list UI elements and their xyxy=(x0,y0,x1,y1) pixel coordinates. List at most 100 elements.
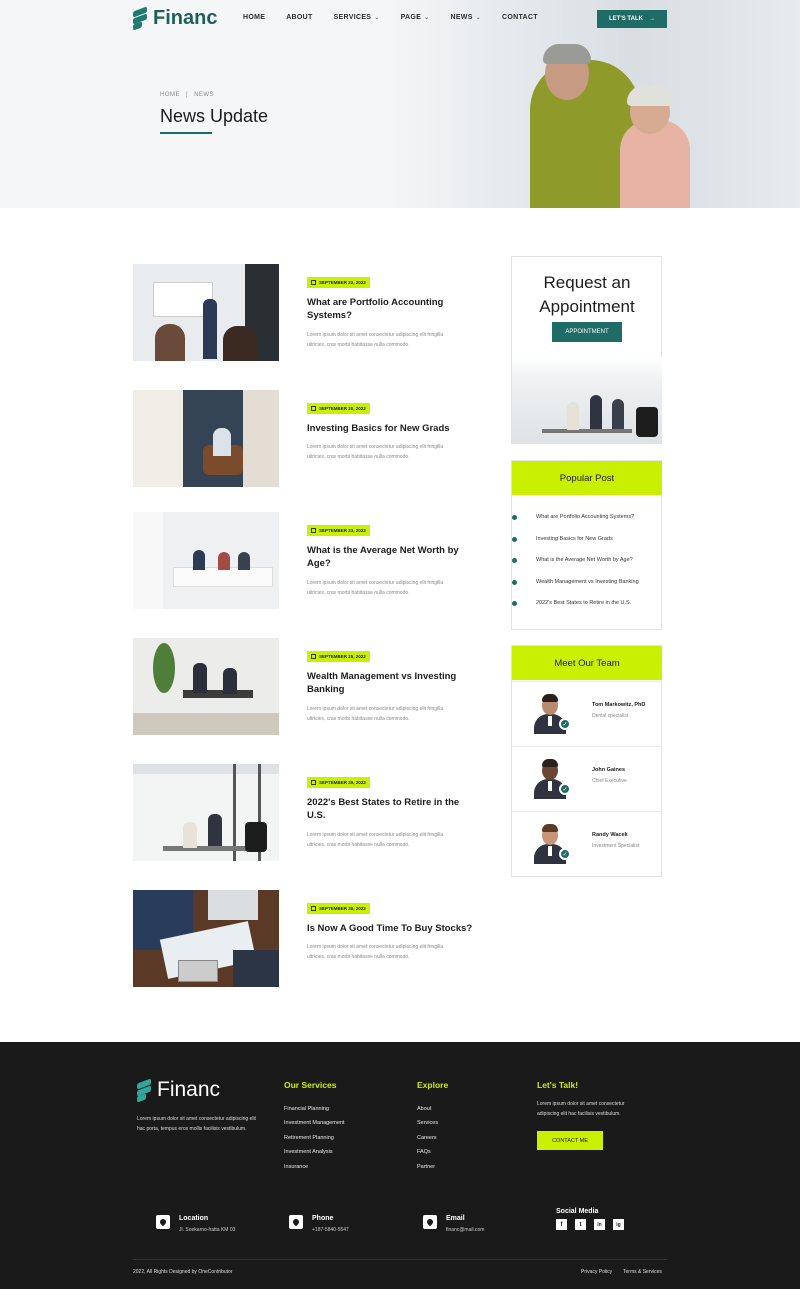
footer-link[interactable]: Financial Planning xyxy=(284,1106,329,1112)
date-badge: SEPTEMBER 20, 2022 xyxy=(307,403,370,414)
appointment-title: Request an Appointment xyxy=(539,273,635,316)
member-role: Investment Specialist xyxy=(592,843,640,849)
team-member[interactable]: ✓ Tom Markowitz, PhD Denial specialist xyxy=(512,681,662,746)
brand-name: Financ xyxy=(153,6,218,29)
breadcrumb-home[interactable]: HOME xyxy=(160,92,180,98)
hero-image xyxy=(380,0,800,208)
arrow-right-icon: → xyxy=(648,16,655,22)
chevron-down-icon: ⌄ xyxy=(424,15,430,21)
footer-divider xyxy=(133,1259,667,1260)
hero-section xyxy=(0,0,800,208)
post-title[interactable]: 2022's Best States to Retire in the U.S. xyxy=(307,796,477,822)
calendar-icon xyxy=(311,280,316,285)
logo-icon xyxy=(133,6,147,31)
member-name: Randy Wacek xyxy=(592,832,628,838)
lets-talk-button[interactable]: LET'S TALK → xyxy=(597,10,667,28)
post-excerpt: Lorem ipsum dolor sit amet consectetur a… xyxy=(307,444,444,460)
post-thumbnail[interactable] xyxy=(133,512,279,609)
popular-posts-card: Popular Post What are Portfolio Accounti… xyxy=(511,460,662,630)
terms-link[interactable]: Terms & Services xyxy=(623,1269,662,1275)
nav-item-about[interactable]: ABOUT xyxy=(286,14,312,21)
phone-label: Phone xyxy=(312,1215,334,1222)
post-thumbnail[interactable] xyxy=(133,764,279,861)
team-member[interactable]: ✓ John Gaines Chief Executive xyxy=(512,746,662,811)
appointment-card: Request an Appointment APPOINTMENT xyxy=(511,256,662,444)
post-thumbnail[interactable] xyxy=(133,890,279,987)
post-card: SEPTEMBER 20, 2022 Investing Basics for … xyxy=(133,390,473,487)
copyright: 2022, All Rights Designed by OneContribu… xyxy=(133,1269,233,1275)
footer-link[interactable]: Retirement Planning xyxy=(284,1135,334,1141)
popular-posts-title: Popular Post xyxy=(512,461,662,495)
chevron-down-icon: ⌄ xyxy=(374,15,380,21)
verified-check-icon: ✓ xyxy=(559,718,571,730)
post-card: SEPTEMBER 30, 2022 Is Now A Good Time To… xyxy=(133,890,473,987)
chevron-down-icon: ⌄ xyxy=(475,15,481,21)
appointment-button[interactable]: APPOINTMENT xyxy=(552,322,622,342)
member-role: Chief Executive xyxy=(592,778,627,784)
footer-link[interactable]: Investment Management xyxy=(284,1120,345,1126)
email-value[interactable]: financ@mail.com xyxy=(446,1227,484,1233)
footer-brand-name: Financ xyxy=(157,1078,221,1101)
avatar: ✓ xyxy=(534,694,571,734)
nav-item-contact[interactable]: CONTACT xyxy=(502,14,538,21)
post-card: SEPTEMBER 22, 2022 What are Portfolio Ac… xyxy=(133,264,473,361)
privacy-link[interactable]: Privacy Policy xyxy=(581,1269,612,1275)
email-icon xyxy=(423,1215,437,1229)
footer-link[interactable]: Services xyxy=(417,1120,438,1126)
linkedin-icon[interactable]: in xyxy=(594,1219,605,1230)
social-heading: Social Media xyxy=(556,1208,599,1215)
footer-link[interactable]: Careers xyxy=(417,1135,437,1141)
contact-me-button[interactable]: CONTACT ME xyxy=(537,1131,603,1150)
avatar: ✓ xyxy=(534,824,571,864)
bullet-icon xyxy=(512,601,517,606)
breadcrumb: HOME | NEWS xyxy=(160,92,215,98)
footer-link[interactable]: Insurance xyxy=(284,1164,308,1170)
calendar-icon xyxy=(311,780,316,785)
date-badge: SEPTEMBER 25, 2022 xyxy=(307,651,370,662)
nav-item-news[interactable]: NEWS ⌄ xyxy=(450,14,481,21)
team-member[interactable]: ✓ Randy Wacek Investment Specialist xyxy=(512,811,662,876)
post-thumbnail[interactable] xyxy=(133,638,279,735)
footer-link[interactable]: FAQs xyxy=(417,1149,431,1155)
post-excerpt: Lorem ipsum dolor sit amet consectetur a… xyxy=(307,706,444,722)
post-excerpt: Lorem ipsum dolor sit amet consectetur a… xyxy=(307,332,444,348)
bullet-icon xyxy=(512,558,517,563)
member-name: Tom Markowitz, PhD xyxy=(592,702,646,708)
footer-logo[interactable]: Financ xyxy=(137,1078,221,1103)
date-badge: SEPTEMBER 30, 2022 xyxy=(307,903,370,914)
post-title[interactable]: Investing Basics for New Grads xyxy=(307,422,477,435)
post-title[interactable]: Is Now A Good Time To Buy Stocks? xyxy=(307,922,477,935)
footer-link[interactable]: Investment Analysis xyxy=(284,1149,333,1155)
nav-item-services[interactable]: SERVICES ⌄ xyxy=(334,14,380,21)
post-thumbnail[interactable] xyxy=(133,264,279,361)
logo-icon xyxy=(137,1078,151,1103)
post-title[interactable]: What are Portfolio Accounting Systems? xyxy=(307,296,477,322)
team-card: Meet Our Team ✓ Tom Markowitz, PhD Denia… xyxy=(511,645,662,877)
post-thumbnail[interactable] xyxy=(133,390,279,487)
post-title[interactable]: What is the Average Net Worth by Age? xyxy=(307,544,477,570)
talk-heading: Let's Talk! xyxy=(537,1080,579,1090)
post-title[interactable]: Wealth Management vs Investing Banking xyxy=(307,670,477,696)
logo[interactable]: Financ xyxy=(133,6,218,31)
post-card: SEPTEMBER 25, 2022 Wealth Management vs … xyxy=(133,638,473,735)
twitter-icon[interactable]: t xyxy=(575,1219,586,1230)
footer-link[interactable]: Partner xyxy=(417,1164,435,1170)
services-heading: Our Services xyxy=(284,1080,337,1090)
nav-item-home[interactable]: HOME xyxy=(243,14,265,21)
date-badge: SEPTEMBER 22, 2022 xyxy=(307,277,370,288)
facebook-icon[interactable]: f xyxy=(556,1219,567,1230)
location-value: Jl. Soekarno-hatta KM 03 xyxy=(179,1227,236,1233)
appointment-image xyxy=(512,357,662,444)
date-badge: SEPTEMBER 23, 2022 xyxy=(307,525,370,536)
calendar-icon xyxy=(311,906,316,911)
post-card: SEPTEMBER 23, 2022 What is the Average N… xyxy=(133,512,473,609)
nav-item-page[interactable]: PAGE ⌄ xyxy=(401,14,430,21)
phone-value[interactable]: +187-5840-5547 xyxy=(312,1227,349,1233)
post-excerpt: Lorem ipsum dolor sit amet consectetur a… xyxy=(307,832,444,848)
calendar-icon xyxy=(311,654,316,659)
footer-link[interactable]: About xyxy=(417,1106,431,1112)
post-card: SEPTEMBER 29, 2022 2022's Best States to… xyxy=(133,764,473,861)
instagram-icon[interactable]: ig xyxy=(613,1219,624,1230)
bullet-icon xyxy=(512,537,517,542)
explore-heading: Explore xyxy=(417,1080,449,1090)
